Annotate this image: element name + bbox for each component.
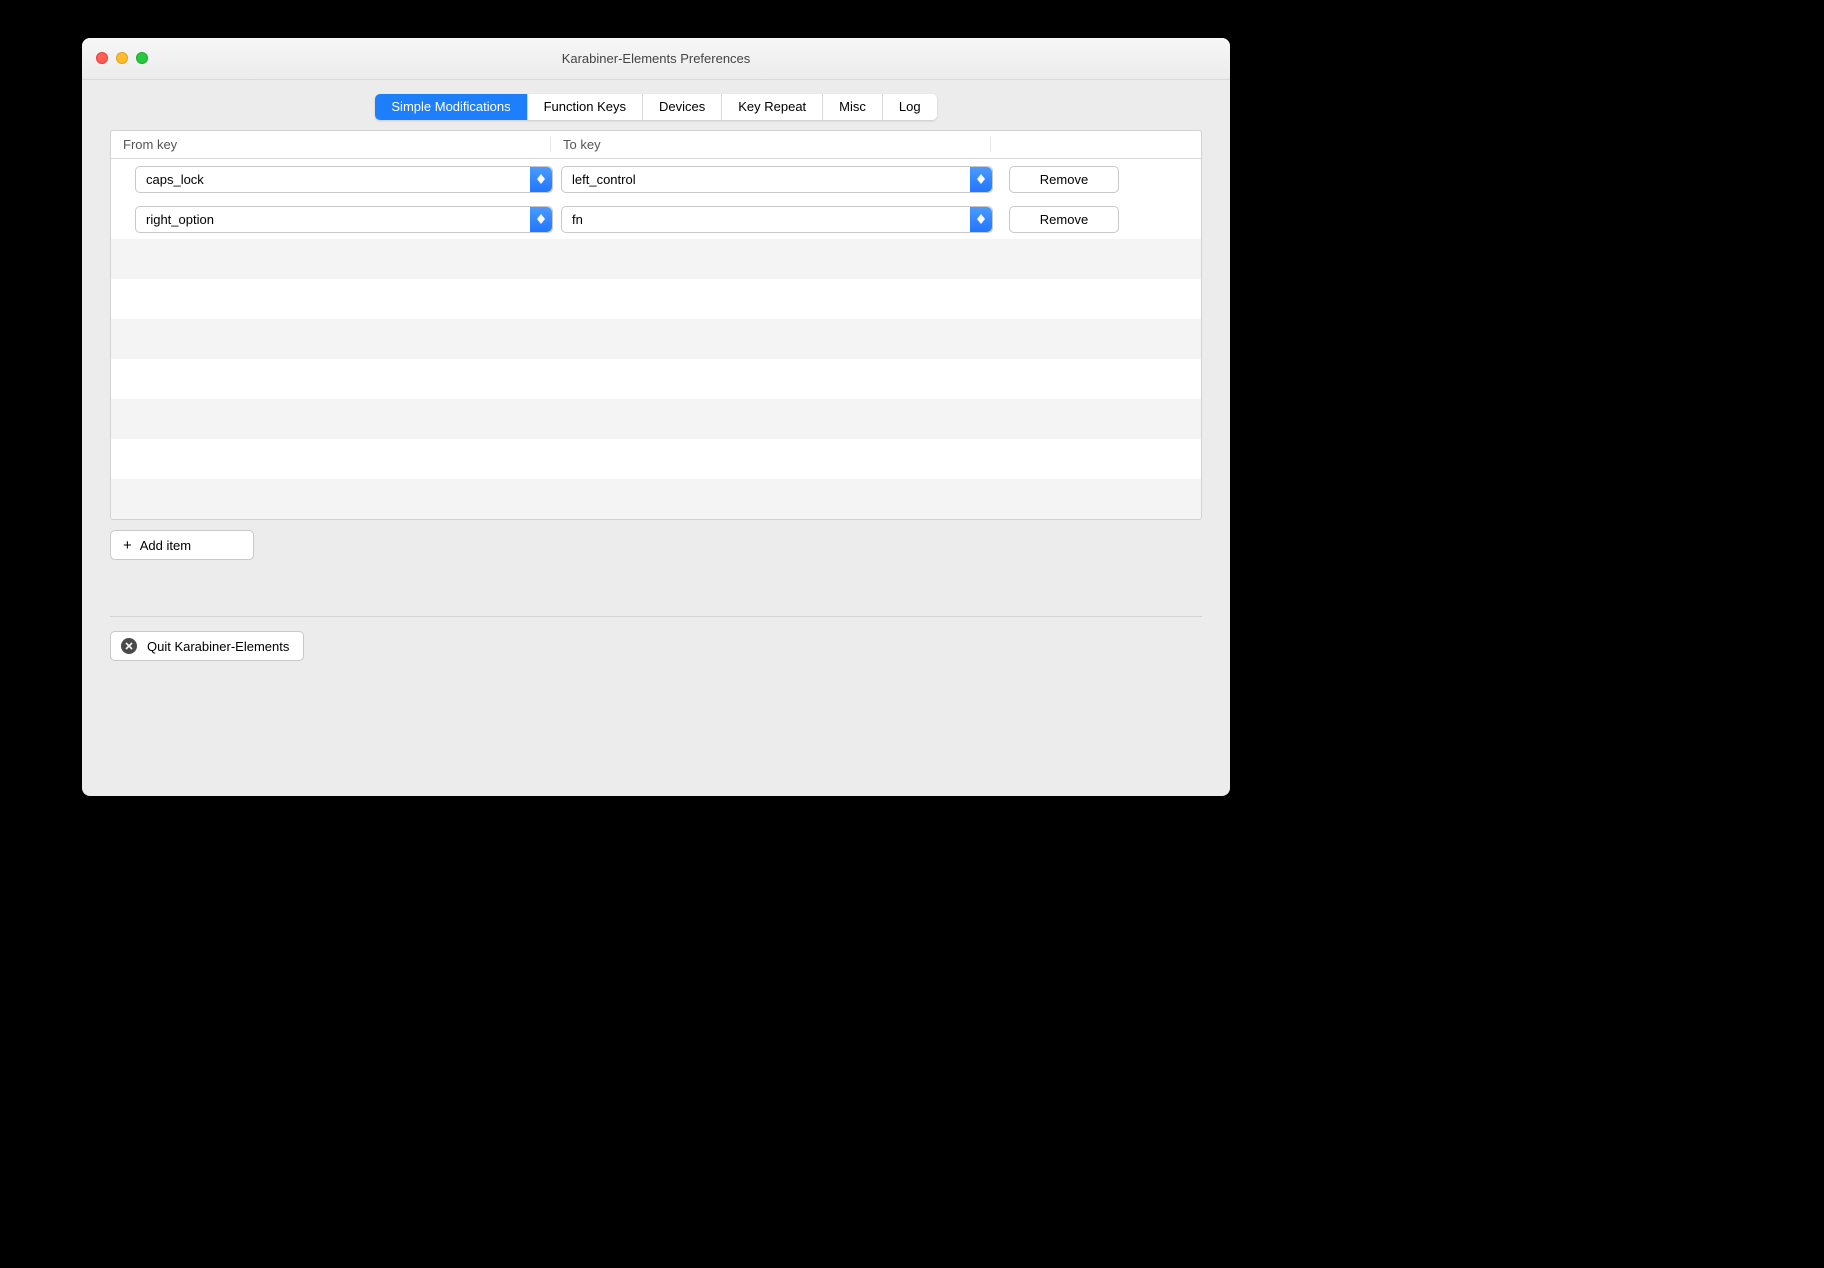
- column-from: From key: [111, 137, 551, 152]
- to-key-value: fn: [562, 212, 583, 227]
- table-row-empty: [111, 439, 1201, 479]
- close-circle-icon: [121, 638, 137, 654]
- tab-bar: Simple Modifications Function Keys Devic…: [82, 80, 1230, 120]
- table-row-empty: [111, 319, 1201, 359]
- divider: [110, 616, 1202, 617]
- chevron-up-down-icon: [970, 167, 992, 192]
- chevron-up-down-icon: [530, 167, 552, 192]
- chevron-up-down-icon: [970, 207, 992, 232]
- chevron-up-down-icon: [530, 207, 552, 232]
- tab-misc[interactable]: Misc: [823, 94, 883, 120]
- tab-group: Simple Modifications Function Keys Devic…: [375, 94, 936, 120]
- tab-key-repeat[interactable]: Key Repeat: [722, 94, 823, 120]
- table-header: From key To key: [111, 131, 1201, 159]
- plus-icon: +: [123, 538, 132, 553]
- close-icon[interactable]: [96, 52, 108, 64]
- add-item-button[interactable]: + Add item: [110, 530, 254, 560]
- table-row-empty: [111, 479, 1201, 519]
- from-key-value: right_option: [136, 212, 214, 227]
- tab-log[interactable]: Log: [883, 94, 937, 120]
- modifications-table: From key To key caps_lock: [110, 130, 1202, 520]
- preferences-window: Karabiner-Elements Preferences Simple Mo…: [82, 38, 1230, 796]
- remove-button[interactable]: Remove: [1009, 166, 1119, 193]
- tab-devices[interactable]: Devices: [643, 94, 722, 120]
- table-row: caps_lock left_control: [111, 159, 1201, 199]
- tab-function-keys[interactable]: Function Keys: [528, 94, 643, 120]
- tab-simple-modifications[interactable]: Simple Modifications: [375, 94, 527, 120]
- to-key-value: left_control: [562, 172, 636, 187]
- quit-button[interactable]: Quit Karabiner-Elements: [110, 631, 304, 661]
- table-row-empty: [111, 399, 1201, 439]
- from-key-select[interactable]: caps_lock: [135, 166, 553, 193]
- remove-button[interactable]: Remove: [1009, 206, 1119, 233]
- table-row: right_option fn: [111, 199, 1201, 239]
- table-row-empty: [111, 279, 1201, 319]
- to-key-select[interactable]: fn: [561, 206, 993, 233]
- window-title: Karabiner-Elements Preferences: [82, 51, 1230, 66]
- zoom-icon[interactable]: [136, 52, 148, 64]
- add-item-label: Add item: [140, 538, 191, 553]
- titlebar: Karabiner-Elements Preferences: [82, 38, 1230, 80]
- quit-label: Quit Karabiner-Elements: [147, 639, 289, 654]
- from-key-value: caps_lock: [136, 172, 204, 187]
- to-key-select[interactable]: left_control: [561, 166, 993, 193]
- minimize-icon[interactable]: [116, 52, 128, 64]
- column-to: To key: [551, 137, 991, 152]
- from-key-select[interactable]: right_option: [135, 206, 553, 233]
- table-row-empty: [111, 239, 1201, 279]
- window-controls: [96, 52, 148, 64]
- table-row-empty: [111, 359, 1201, 399]
